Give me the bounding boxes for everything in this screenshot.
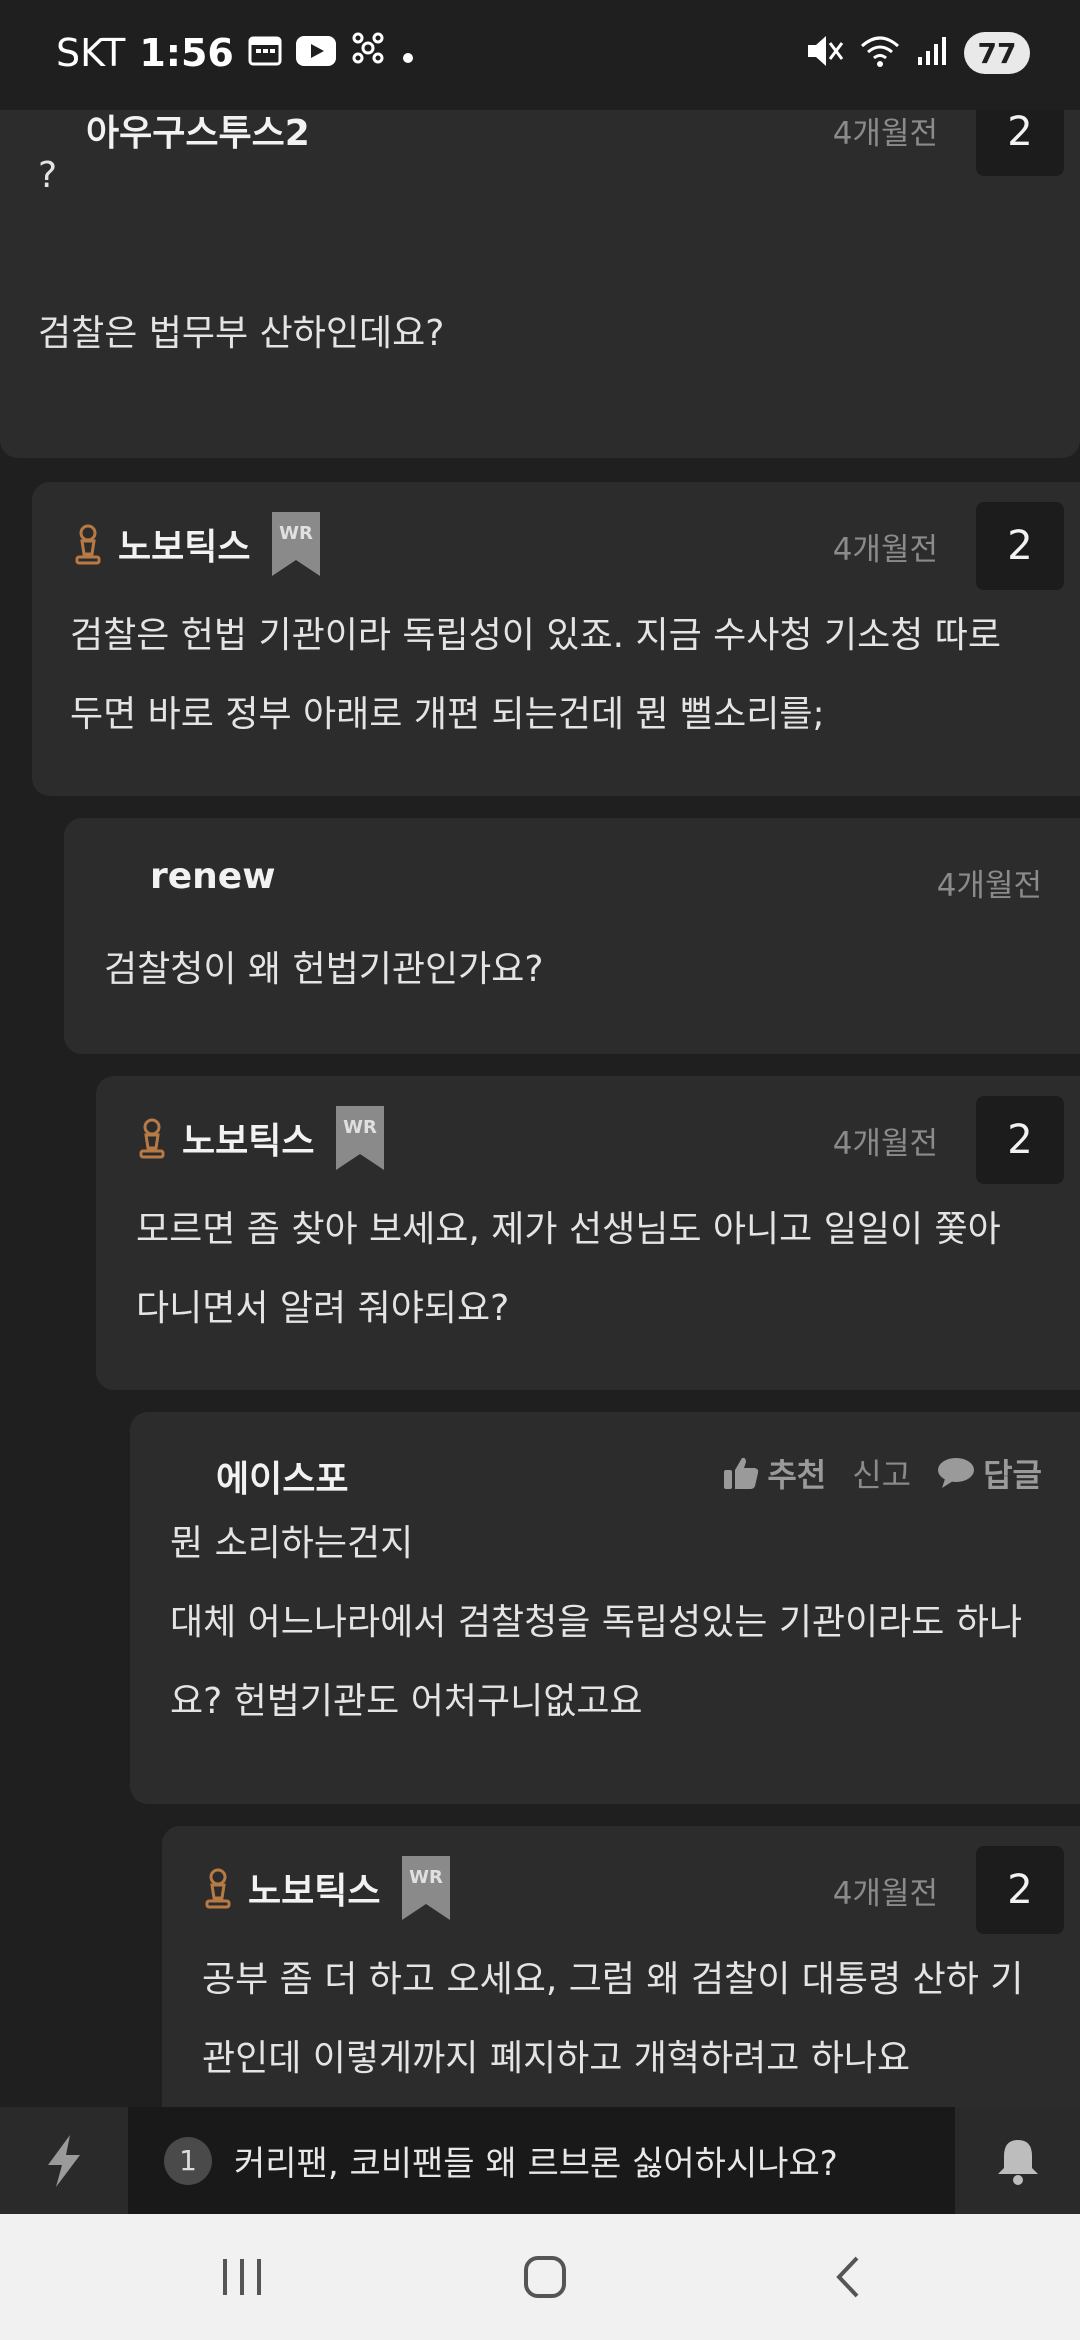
comment-card: 노보틱스 WR 4개월전 2 공부 좀 더 하고 오세요, 그럼 왜 검찰이 대… (162, 1826, 1080, 2146)
report-button[interactable]: 신고 (852, 1450, 911, 1496)
bookmark-badge-icon: WR (336, 1106, 384, 1170)
notice-number: 1 (164, 2136, 212, 2185)
status-bar: SKT 1:56 77 (0, 0, 1080, 110)
comment-card: 에이스포 추천 신고 답글 뭔 소리하는건지 대체 어느나라에서 검찰청을 독립… (130, 1412, 1080, 1804)
comment-time: 4개월전 (832, 532, 938, 568)
bell-icon (997, 2139, 1038, 2185)
comment-line: 검찰은 헌법 기관이라 독립성이 있죠. 지금 수사청 기소청 따로 (70, 615, 1001, 656)
quick-menu-button[interactable] (0, 2107, 128, 2214)
badge-label: WR (409, 1867, 443, 1888)
vote-count[interactable]: 2 (976, 1096, 1064, 1184)
comment-line: 검찰은 법무부 산하인데요? (38, 313, 445, 354)
badge-label: WR (279, 523, 313, 544)
comment-author[interactable]: 에이스포 (216, 1450, 348, 1502)
signal-icon (916, 35, 948, 71)
youtube-icon (295, 31, 336, 75)
notice-item[interactable]: 1 커리팬, 코비팬들 왜 르브론 싫어하시나요? (130, 2107, 950, 2214)
comment-line: 요? 헌법기관도 어처구니없고요 (170, 1681, 643, 1722)
comment-card: 노보틱스 WR 4개월전 2 모르면 좀 찾아 보세요, 제가 선생님도 아니고… (96, 1076, 1080, 1390)
comment-body: 검찰은 헌법 기관이라 독립성이 있죠. 지금 수사청 기소청 따로 두면 바로… (70, 596, 1044, 754)
thumbs-up-icon (724, 1457, 759, 1489)
app-icon (350, 30, 386, 75)
pawn-icon (75, 524, 101, 565)
pawn-icon (139, 1118, 165, 1159)
system-nav-bar (0, 2214, 1080, 2340)
comment-line: 모르면 좀 찾아 보세요, 제가 선생님도 아니고 일일이 쫓아 (136, 1209, 1001, 1250)
comment-line: ? (38, 155, 58, 196)
comment-author[interactable]: renew (150, 856, 275, 897)
comment-author[interactable]: 노보틱스 (182, 1112, 314, 1164)
home-button[interactable] (505, 2244, 585, 2310)
comment-body: 공부 좀 더 하고 오세요, 그럼 왜 검찰이 대통령 산하 기 관인데 이렇게… (202, 1940, 1044, 2098)
reply-label: 답글 (983, 1456, 1042, 1494)
battery-indicator: 77 (964, 32, 1030, 74)
back-button[interactable] (808, 2244, 888, 2310)
comment-time: 4개월전 (832, 1126, 938, 1162)
home-icon (524, 2256, 566, 2298)
comment-line (38, 215, 1044, 294)
back-icon (836, 2256, 859, 2298)
vote-count[interactable]: 2 (976, 1846, 1064, 1934)
comment-line: 뭔 소리하는건지 (170, 1523, 414, 1564)
comment-line: 다니면서 알려 줘야되요? (136, 1288, 510, 1329)
calendar-icon (248, 31, 282, 75)
carrier-label: SKT (56, 30, 126, 75)
comment-author[interactable]: 노보틱스 (248, 1862, 380, 1914)
pawn-icon (205, 1868, 231, 1909)
speech-bubble-icon (938, 1458, 975, 1488)
comment-actions: 추천 신고 답글 (723, 1450, 1042, 1496)
comment-time: 4개월전 (832, 1876, 938, 1912)
recent-apps-button[interactable] (202, 2244, 282, 2310)
reply-button[interactable]: 답글 (937, 1450, 1042, 1496)
wifi-icon (860, 34, 900, 72)
lightning-icon (48, 2134, 80, 2187)
comment-card: 아우구스투스2 4개월전 2 ? 검찰은 법무부 산하인데요? (0, 70, 1080, 458)
bookmark-badge-icon: WR (402, 1856, 450, 1920)
comment-card: renew 4개월전 검찰청이 왜 헌법기관인가요? (64, 818, 1080, 1054)
comment-line: 대체 어느나라에서 검찰청을 독립성있는 기관이라도 하나 (170, 1602, 1023, 1643)
comment-line: 검찰청이 왜 헌법기관인가요? (104, 949, 544, 990)
recommend-button[interactable]: 추천 (723, 1450, 826, 1496)
notification-button[interactable] (955, 2107, 1080, 2214)
comment-body: 모르면 좀 찾아 보세요, 제가 선생님도 아니고 일일이 쫓아 다니면서 알려… (136, 1190, 1044, 1348)
badge-label: WR (343, 1117, 377, 1138)
notice-text: 커리팬, 코비팬들 왜 르브론 싫어하시나요? (234, 2144, 838, 2184)
notice-bar: 1 커리팬, 코비팬들 왜 르브론 싫어하시나요? (0, 2107, 1080, 2214)
clock: 1:56 (139, 30, 234, 75)
bookmark-badge-icon: WR (272, 512, 320, 576)
comment-time: 4개월전 (936, 868, 1042, 904)
vote-count[interactable]: 2 (976, 502, 1064, 590)
comment-line: 관인데 이렇게까지 폐지하고 개혁하려고 하나요 (202, 2038, 911, 2079)
mute-icon (806, 33, 844, 73)
comment-card: 노보틱스 WR 4개월전 2 검찰은 헌법 기관이라 독립성이 있죠. 지금 수… (32, 482, 1080, 796)
comment-line: 공부 좀 더 하고 오세요, 그럼 왜 검찰이 대통령 산하 기 (202, 1959, 1024, 2000)
comment-body: ? 검찰은 법무부 산하인데요? (38, 136, 1044, 373)
recommend-label: 추천 (767, 1456, 827, 1494)
dot-icon (400, 31, 416, 75)
comment-body: 뭔 소리하는건지 대체 어느나라에서 검찰청을 독립성있는 기관이라도 하나 요… (170, 1504, 1044, 1741)
comment-line: 두면 바로 정부 아래로 개편 되는건데 뭔 뻘소리를; (70, 694, 825, 735)
comment-body: 검찰청이 왜 헌법기관인가요? (104, 930, 1044, 1009)
comment-author[interactable]: 노보틱스 (118, 518, 250, 570)
recent-apps-icon (223, 2259, 261, 2295)
